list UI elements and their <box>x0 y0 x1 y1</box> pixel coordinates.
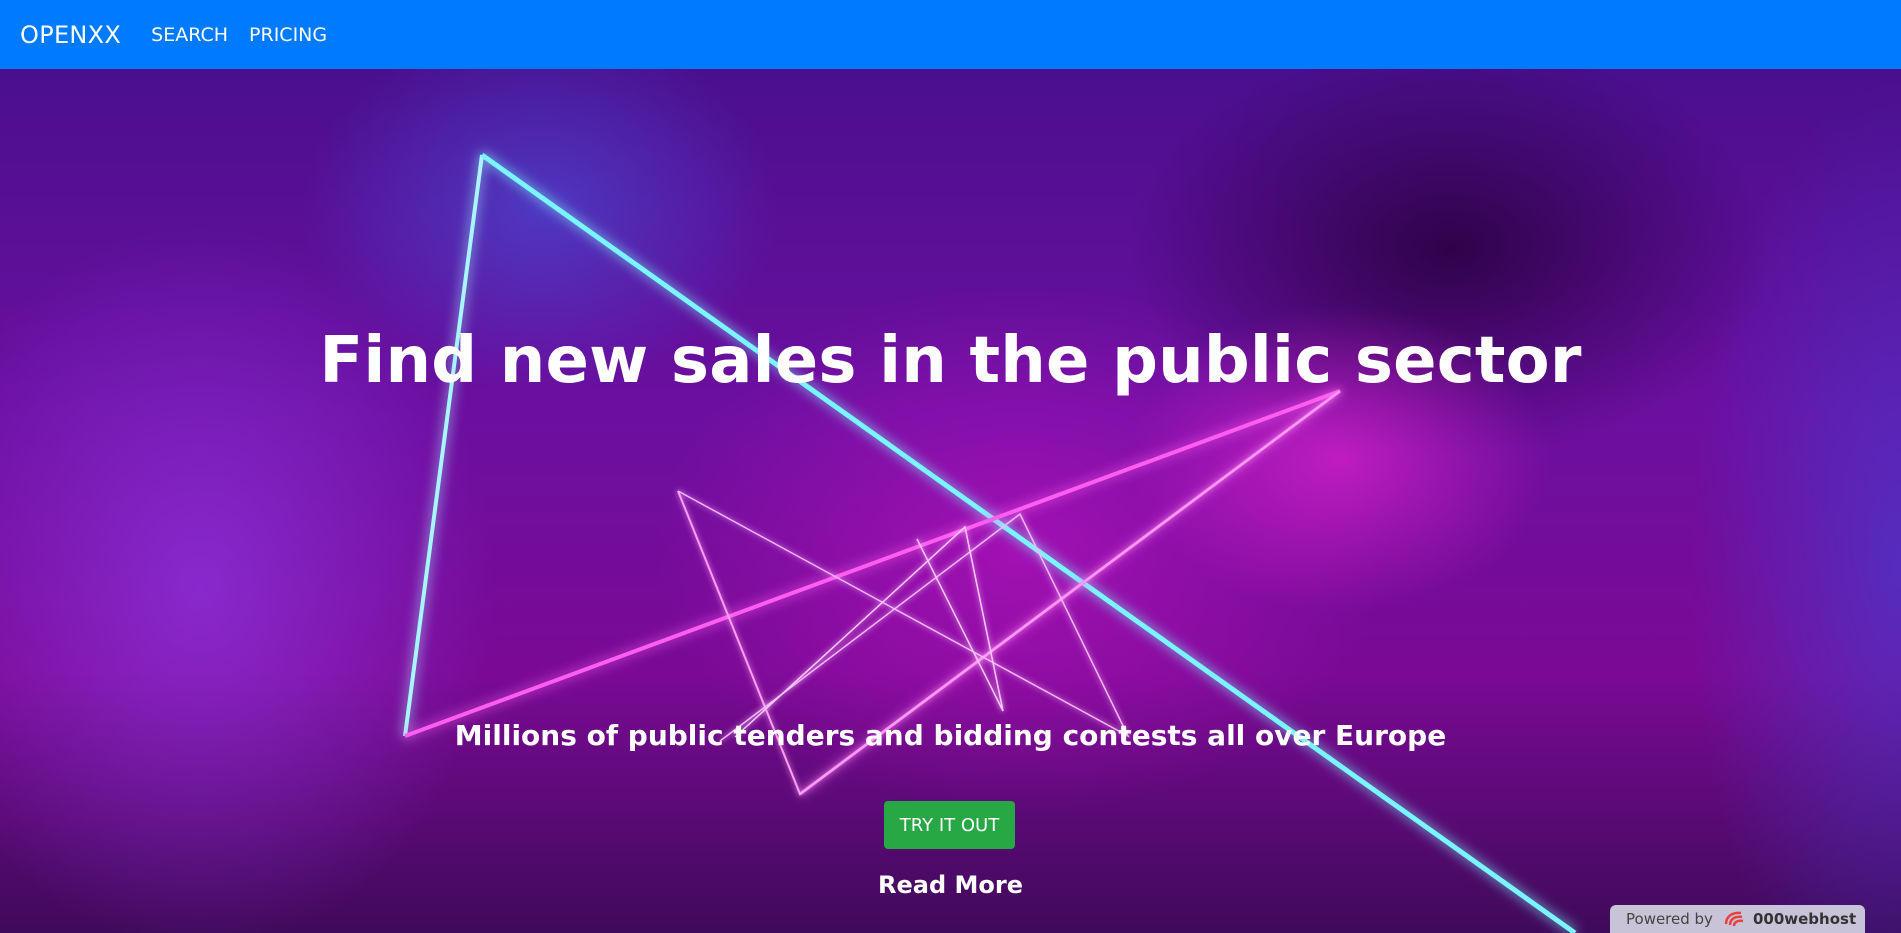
read-more-link[interactable]: Read More <box>0 871 1901 899</box>
try-it-out-button[interactable]: TRY IT OUT <box>884 801 1015 849</box>
brand-logo[interactable]: OPENXX <box>20 21 121 49</box>
000webhost-logo-icon <box>1724 911 1744 927</box>
hero-title: Find new sales in the public sector <box>319 324 1582 398</box>
host-name: 000webhost <box>1752 910 1857 928</box>
powered-by-badge[interactable]: Powered by 000webhost <box>1610 905 1865 933</box>
nav-link-search[interactable]: SEARCH <box>151 24 228 46</box>
hero-section: Find new sales in the public sector Mill… <box>0 69 1901 933</box>
nav-link-pricing[interactable]: PRICING <box>249 24 327 46</box>
powered-by-label: Powered by <box>1626 910 1713 928</box>
hero-subtitle: Millions of public tenders and bidding c… <box>454 719 1447 752</box>
top-navbar: OPENXX SEARCH PRICING <box>0 0 1901 69</box>
